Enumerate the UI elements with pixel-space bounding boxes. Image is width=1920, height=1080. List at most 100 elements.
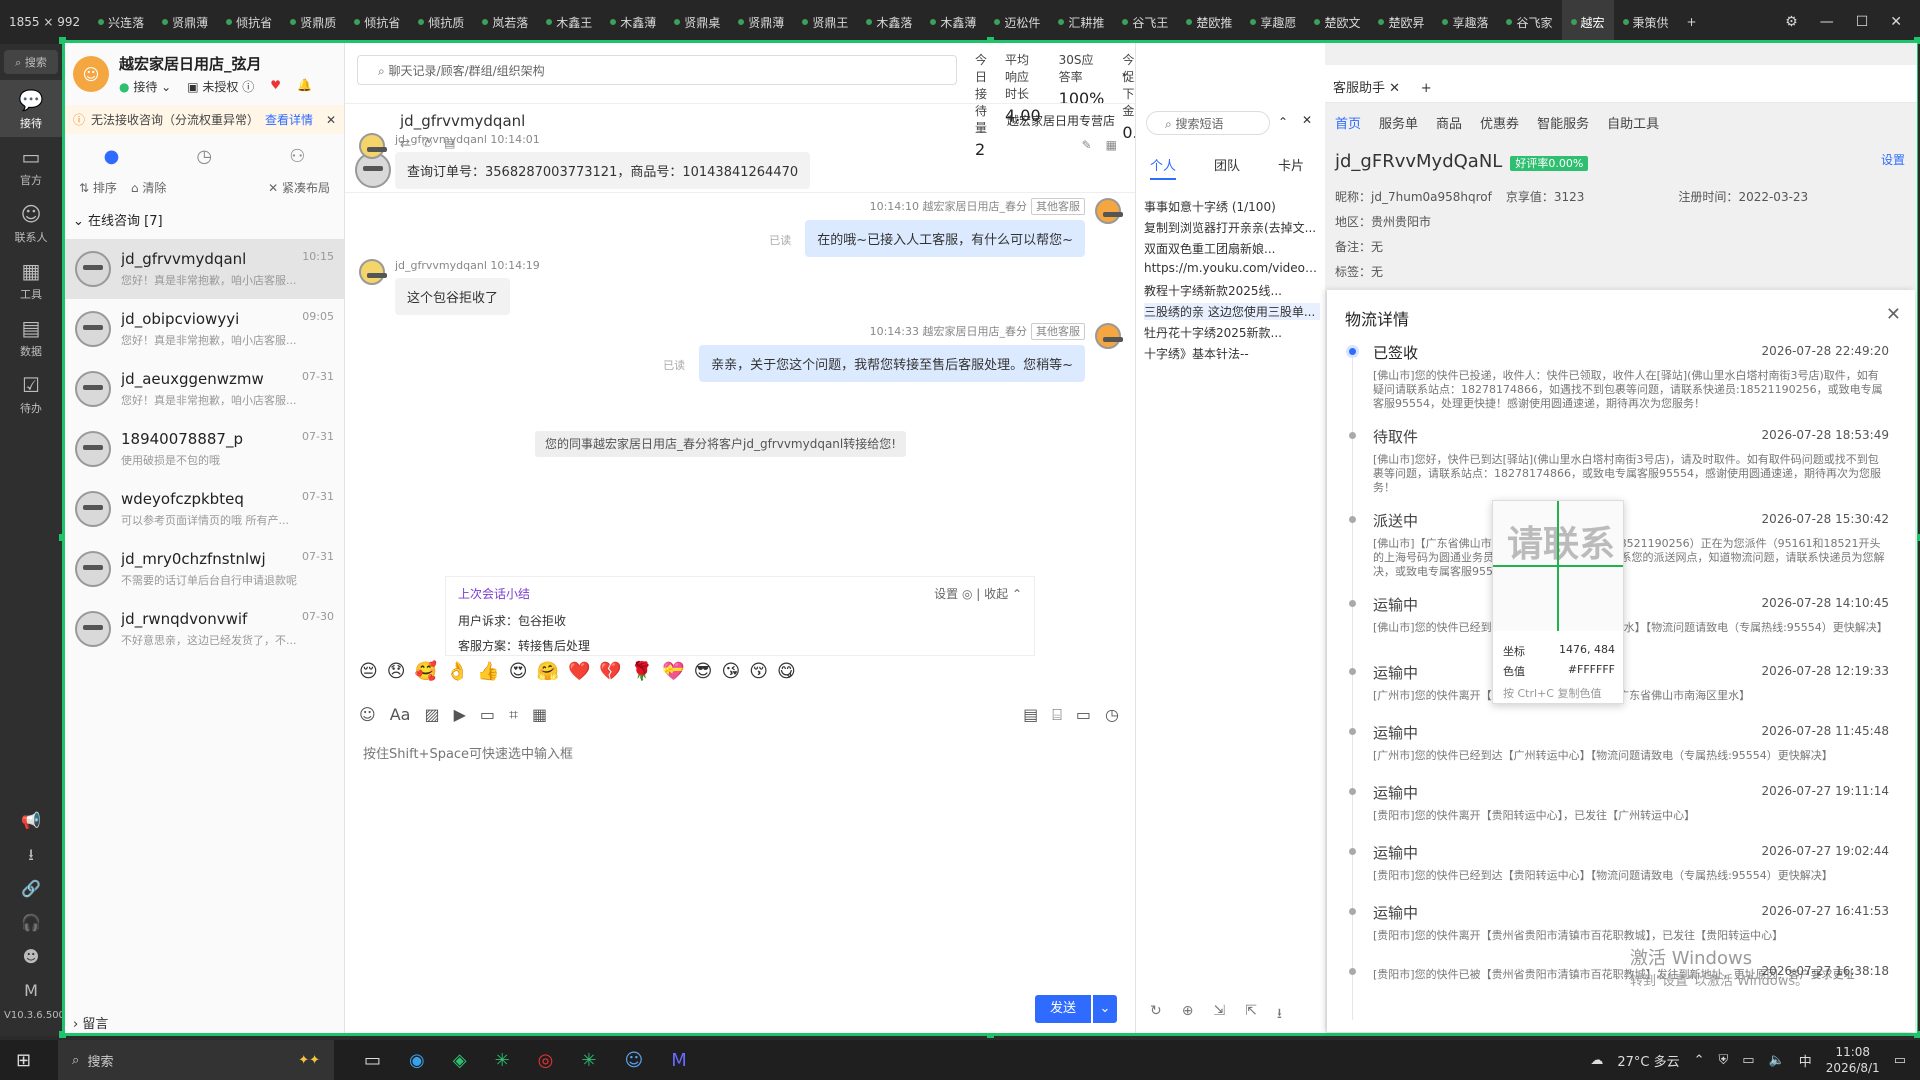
conversation-item[interactable]: jd_gfrvvmydqanl 10:15 您好！真是非常抱歉，咱小店客服... — [65, 239, 344, 299]
auth-status[interactable]: ▣ 未授权 ⓘ — [187, 78, 254, 95]
message-input[interactable]: 按住Shift+Space可快速选中输入框 — [363, 743, 573, 762]
close-icon[interactable]: ✕ — [1890, 14, 1902, 30]
note-icon[interactable]: ✎ — [1082, 138, 1092, 152]
message-bubble[interactable]: 在的哦~已接入人工客服，有什么可以帮您~ — [805, 220, 1085, 257]
assistant-nav-item[interactable]: 智能服务 — [1537, 113, 1589, 132]
import-icon[interactable]: ⇲ — [1213, 1003, 1225, 1027]
message-bubble[interactable]: 亲亲，关于您这个问题，我帮您转接至售后客服处理。您稍等~ — [699, 345, 1085, 382]
emoji-button[interactable]: 💔 — [599, 661, 621, 682]
emoji-button[interactable]: 😘 — [721, 661, 740, 682]
emoji-button[interactable]: ❤️ — [568, 661, 590, 682]
phrase-group[interactable]: 双面双色重工团扇新娘... — [1144, 240, 1320, 257]
shop-tab[interactable]: 迈松件 — [985, 0, 1049, 44]
download-icon[interactable]: ⭳ — [1277, 1003, 1282, 1027]
bag-icon[interactable]: ⌸ — [1052, 705, 1062, 725]
shop-tab[interactable]: 兴连落 — [89, 0, 153, 44]
shop-tab[interactable]: 倾抗省 — [217, 0, 281, 44]
assistant-tab[interactable]: 客服助手 ✕ + — [1333, 77, 1432, 96]
shop-tab[interactable]: 岚若落 — [473, 0, 537, 44]
shop-tab[interactable]: 贤鼎薄 — [153, 0, 217, 44]
summary-settings[interactable]: 设置 ◎ | 收起 ⌃ — [934, 585, 1022, 612]
phrase-item[interactable]: https://m.youku.com/video/... — [1144, 261, 1320, 275]
link-icon[interactable]: 🔗 — [0, 872, 62, 906]
emoji-button[interactable]: 😞 — [387, 661, 406, 682]
emoji-button[interactable]: 😚 — [749, 661, 768, 682]
shop-tab[interactable]: 倾抗省 — [345, 0, 409, 44]
shop-tab[interactable]: 享趣愿 — [1241, 0, 1305, 44]
assistant-nav-item[interactable]: 服务单 — [1379, 113, 1418, 132]
rail-item[interactable]: ▭ 官方 — [0, 137, 62, 194]
conversation-item[interactable]: jd_obipcviowyyi 09:05 您好！真是非常抱歉，咱小店客服... — [65, 299, 344, 359]
phrase-group[interactable]: 牡丹花十字绣2025新款... — [1144, 324, 1320, 341]
tray-chevron-icon[interactable]: ⌃ — [1694, 1053, 1705, 1068]
shop-tab[interactable]: 贤鼎王 — [793, 0, 857, 44]
headset-icon[interactable]: 🎧 — [0, 906, 62, 940]
assistant-nav-item[interactable]: 首页 — [1335, 113, 1361, 132]
emoji-button[interactable]: 😎 — [694, 661, 713, 682]
phrase-tab[interactable]: 卡片 — [1278, 155, 1304, 180]
shop-tab[interactable]: 贤鼎桌 — [665, 0, 729, 44]
shop-tab[interactable]: 木鑫王 — [537, 0, 601, 44]
phrase-item[interactable]: 十字绣》基本针法-- — [1144, 345, 1320, 362]
task-view-icon[interactable]: ▭ — [364, 1050, 381, 1071]
logistics-close-icon[interactable]: ✕ — [1886, 304, 1901, 325]
shield-icon[interactable]: ⛨ — [1719, 1053, 1729, 1068]
chat-search-input[interactable]: ⌕ 聊天记录/顾客/群组/组织架构 — [357, 55, 957, 85]
assistant-nav-item[interactable]: 商品 — [1436, 113, 1462, 132]
shop-tab[interactable]: 木鑫薄 — [601, 0, 665, 44]
clock-icon[interactable]: ◷ — [1105, 705, 1119, 725]
emoji-button[interactable]: 🤗 — [537, 661, 559, 682]
refresh-icon[interactable]: ↻ — [1150, 1003, 1162, 1027]
sort-button[interactable]: ⇅ 排序 — [79, 179, 117, 196]
phrase-item[interactable]: 复制到浏览器打开亲亲(去掉文... — [1144, 219, 1320, 236]
heart-icon[interactable]: ♥ — [270, 78, 281, 95]
doc-icon[interactable]: ▤ — [1023, 705, 1038, 725]
shop-tab[interactable]: 越宏 — [1561, 0, 1614, 44]
shop-tab[interactable]: 倾抗质 — [409, 0, 473, 44]
emoji-icon[interactable]: ☺ — [359, 705, 376, 725]
export-icon[interactable]: ⇱ — [1245, 1003, 1257, 1027]
phrase-group[interactable]: 事事如意十字绣 (1/100) — [1144, 198, 1320, 215]
stats-expand-icon[interactable]: ⌄ — [1120, 65, 1130, 79]
folder-icon[interactable]: ▭ — [480, 705, 495, 725]
app-star-icon[interactable]: ✳ — [495, 1050, 510, 1071]
emoji-button[interactable]: 💝 — [662, 661, 684, 682]
emoji-button[interactable]: 👍 — [477, 661, 499, 682]
collapse-icon[interactable]: ⌃ — [1278, 115, 1288, 129]
emoji-button[interactable]: 😍 — [509, 661, 528, 682]
send-button[interactable]: 发送 — [1035, 995, 1091, 1023]
group-icon[interactable]: ⚇ — [289, 146, 305, 167]
font-icon[interactable]: Aa — [390, 705, 411, 725]
conversation-item[interactable]: wdeyofczpkbteq 07-31 可以参考页面详情页的哦 所有产... — [65, 479, 344, 539]
rail-item[interactable]: ▤ 数据 — [0, 308, 62, 365]
rail-search-button[interactable]: ⌕ 搜索 — [4, 50, 58, 74]
message-bubble[interactable]: 这个包谷拒收了 — [395, 278, 511, 315]
shop-tab[interactable]: 汇耕推 — [1049, 0, 1113, 44]
shop-tab[interactable]: 秉策供 — [1614, 0, 1678, 44]
shop-tab[interactable]: 木鑫落 — [857, 0, 921, 44]
rail-item[interactable]: ☑ 待办 — [0, 365, 62, 422]
emoji-button[interactable]: 👌 — [446, 661, 468, 682]
ime-indicator[interactable]: 中 — [1799, 1051, 1812, 1070]
add-icon[interactable]: ⊕ — [1182, 1003, 1194, 1027]
phrase-group[interactable]: 教程十字绣新款2025线... — [1144, 282, 1320, 299]
shop-tab[interactable]: 谷飞王 — [1113, 0, 1177, 44]
shop-tab[interactable]: 楚欧昇 — [1369, 0, 1433, 44]
minimize-icon[interactable]: — — [1820, 14, 1834, 30]
conversation-item[interactable]: jd_mry0chzfnstnlwj 07-31 不需要的话订单后台自行申请退款呢 — [65, 539, 344, 599]
rail-item[interactable]: ☺ 联系人 — [0, 194, 62, 251]
assistant-nav-item[interactable]: 自助工具 — [1607, 113, 1659, 132]
bell-icon[interactable]: 🔔 — [297, 78, 312, 95]
clock[interactable]: 11:08 2026/8/1 — [1826, 1044, 1880, 1076]
app-star2-icon[interactable]: ✳ — [581, 1050, 596, 1071]
notification-icon[interactable]: ▭ — [1894, 1053, 1906, 1068]
edge-icon[interactable]: ◉ — [409, 1050, 425, 1071]
rail-item[interactable]: 💬 接待 — [0, 80, 62, 137]
shop-tab[interactable]: 贤鼎薄 — [729, 0, 793, 44]
new-tab-button[interactable]: + — [1678, 0, 1706, 44]
video-icon[interactable]: ▶ — [454, 705, 466, 725]
shop-tab[interactable]: 木鑫薄 — [921, 0, 985, 44]
windows-start-icon[interactable]: ⊞ — [16, 1050, 31, 1071]
shop-tab[interactable]: 楚欧文 — [1305, 0, 1369, 44]
shop-tab[interactable]: 享趣落 — [1433, 0, 1497, 44]
